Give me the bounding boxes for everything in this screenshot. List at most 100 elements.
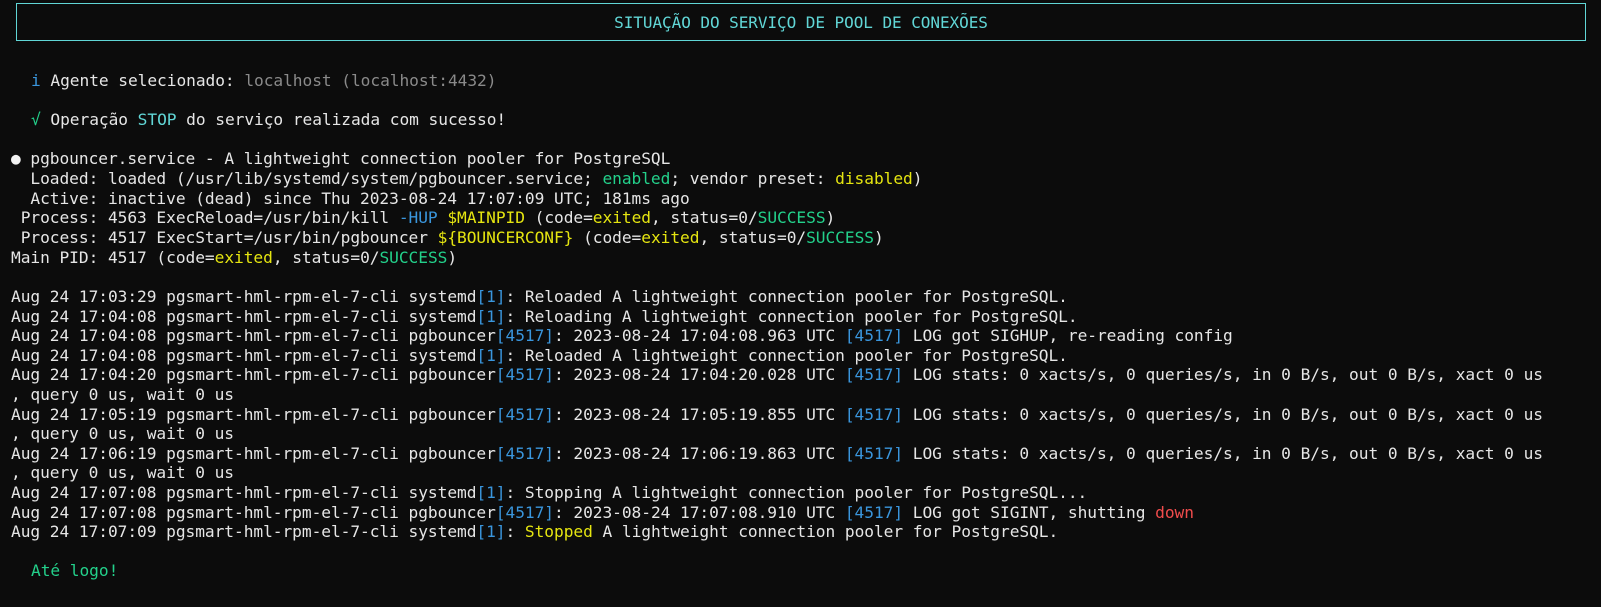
operation-pre: Operação [50, 110, 138, 129]
check-icon: √ [31, 110, 41, 129]
loaded-text-3: ) [912, 169, 923, 188]
log-line: Aug 24 17:04:08 pgsmart-hml-rpm-el-7-cli… [11, 346, 1068, 366]
log-timestamp: Aug 24 17:04:08 pgsmart-hml-rpm-el-7-cli [11, 345, 409, 365]
success-badge: SUCCESS [379, 248, 448, 267]
log-pid: [1] [476, 287, 506, 306]
log-message: : 2023-08-24 17:07:08.910 UTC [553, 502, 845, 522]
log-message: LOG stats: 0 xacts/s, 0 queries/s, in 0 … [903, 365, 1543, 385]
log-message: : Stopping A lightweight connection pool… [505, 483, 1088, 502]
exited-badge: exited [592, 208, 651, 227]
success-badge: SUCCESS [757, 208, 826, 227]
process2-text: Process: 4517 ExecStart=/usr/bin/pgbounc… [11, 228, 438, 247]
log-timestamp: Aug 24 17:03:29 pgsmart-hml-rpm-el-7-cli [11, 287, 409, 306]
process1-text: Process: 4563 ExecReload=/usr/bin/kill [11, 208, 399, 227]
log-message: LOG got SIGINT, shutting [903, 502, 1156, 522]
log-line-continuation: , query 0 us, wait 0 us [11, 463, 235, 483]
bullet-icon: ● [11, 149, 21, 168]
agent-value: localhost (localhost:4432) [244, 71, 497, 90]
log-pid: [1] [476, 522, 506, 542]
loaded-text: Loaded: loaded (/usr/lib/systemd/system/… [11, 169, 603, 188]
info-icon: i [31, 71, 41, 90]
terminal-window: SITUAÇÃO DO SERVIÇO DE POOL DE CONEXÕES … [0, 0, 1601, 607]
log-source: pgbouncer [408, 404, 496, 424]
log-source: pgbouncer [408, 326, 496, 346]
enabled-badge: enabled [602, 169, 671, 188]
mainpid-line: Main PID: 4517 (code=exited, status=0/SU… [11, 248, 457, 268]
log-pid: [4517] [844, 365, 904, 385]
log-source: systemd [408, 345, 477, 365]
log-message: LOG stats: 0 xacts/s, 0 queries/s, in 0 … [903, 443, 1543, 463]
log-message: : Reloading A lightweight connection poo… [505, 306, 1078, 326]
title-banner: SITUAÇÃO DO SERVIÇO DE POOL DE CONEXÕES [16, 3, 1586, 41]
service-header-text: pgbouncer.service - A lightweight connec… [20, 149, 671, 168]
log-timestamp: Aug 24 17:04:20 pgsmart-hml-rpm-el-7-cli [11, 365, 409, 385]
loaded-line: Loaded: loaded (/usr/lib/systemd/system/… [11, 169, 922, 189]
log-pid: [4517] [495, 365, 554, 385]
log-timestamp: Aug 24 17:05:19 pgsmart-hml-rpm-el-7-cli [11, 404, 409, 424]
mainpid-var: $MAINPID [447, 208, 525, 227]
log-message: LOG stats: 0 xacts/s, 0 queries/s, in 0 … [903, 404, 1543, 424]
log-line: Aug 24 17:04:20 pgsmart-hml-rpm-el-7-cli… [11, 365, 1543, 385]
log-message: : 2023-08-24 17:04:08.963 UTC [553, 326, 845, 346]
log-message: : 2023-08-24 17:05:19.855 UTC [553, 404, 845, 424]
success-badge: SUCCESS [806, 228, 874, 247]
active-text: Active: inactive (dead) since Thu 2023-0… [11, 189, 690, 208]
log-line: Aug 24 17:07:08 pgsmart-hml-rpm-el-7-cli… [11, 483, 1087, 503]
log-line: Aug 24 17:05:19 pgsmart-hml-rpm-el-7-cli… [11, 405, 1543, 425]
log-message: : Reloaded A lightweight connection pool… [505, 287, 1068, 306]
exited-badge: exited [214, 248, 273, 267]
loaded-text-2: ; vendor preset: [670, 169, 836, 188]
log-timestamp: Aug 24 17:07:08 pgsmart-hml-rpm-el-7-cli [11, 502, 409, 522]
operation-line: √ Operação STOP do serviço realizada com… [31, 110, 506, 130]
log-pid: [1] [476, 306, 506, 326]
log-line: Aug 24 17:03:29 pgsmart-hml-rpm-el-7-cli… [11, 287, 1068, 307]
log-source: systemd [408, 483, 477, 502]
log-message: : [505, 522, 525, 542]
farewell-text: Até logo! [31, 561, 119, 580]
process-line-2: Process: 4517 ExecStart=/usr/bin/pgbounc… [11, 228, 884, 248]
mainpid-text-3: ) [447, 248, 458, 267]
log-message: LOG got SIGHUP, re-reading config [903, 326, 1233, 346]
process2-text-3: , status=0/ [699, 228, 807, 247]
process1-text-3: , status=0/ [650, 208, 758, 227]
log-pid: [4517] [495, 326, 554, 346]
log-source: systemd [408, 287, 477, 306]
operation-name: STOP [137, 110, 177, 129]
down-badge: down [1155, 502, 1194, 522]
process1-text-2: (code= [524, 208, 593, 227]
log-timestamp: Aug 24 17:04:08 pgsmart-hml-rpm-el-7-cli [11, 326, 409, 346]
page-title: SITUAÇÃO DO SERVIÇO DE POOL DE CONEXÕES [614, 12, 988, 32]
log-line: Aug 24 17:04:08 pgsmart-hml-rpm-el-7-cli… [11, 307, 1078, 327]
log-line: Aug 24 17:07:08 pgsmart-hml-rpm-el-7-cli… [11, 503, 1194, 523]
log-source: systemd [408, 522, 477, 542]
log-pid: [4517] [844, 443, 904, 463]
log-pid: [4517] [844, 404, 904, 424]
log-line: Aug 24 17:06:19 pgsmart-hml-rpm-el-7-cli… [11, 444, 1543, 464]
log-pid: [4517] [495, 443, 554, 463]
process1-space [438, 208, 448, 227]
process-line-1: Process: 4563 ExecReload=/usr/bin/kill -… [11, 208, 836, 228]
log-pid: [4517] [844, 326, 904, 346]
log-line-continuation: , query 0 us, wait 0 us [11, 385, 235, 404]
log-timestamp: Aug 24 17:04:08 pgsmart-hml-rpm-el-7-cli [11, 306, 409, 326]
service-header: ● pgbouncer.service - A lightweight conn… [11, 149, 670, 169]
agent-line: i Agente selecionado: localhost (localho… [31, 71, 496, 91]
log-pid: [4517] [844, 502, 904, 522]
log-line-continuation: , query 0 us, wait 0 us [11, 424, 235, 444]
mainpid-text-2: , status=0/ [272, 248, 380, 267]
log-message: : Reloaded A lightweight connection pool… [505, 345, 1068, 365]
log-timestamp: Aug 24 17:06:19 pgsmart-hml-rpm-el-7-cli [11, 443, 409, 463]
process1-text-4: ) [825, 208, 836, 227]
disabled-badge: disabled [835, 169, 913, 188]
log-line: Aug 24 17:04:08 pgsmart-hml-rpm-el-7-cli… [11, 326, 1233, 346]
log-source: systemd [408, 306, 477, 326]
process2-text-2: (code= [573, 228, 642, 247]
operation-post: do serviço realizada com sucesso! [176, 110, 507, 129]
log-pid: [1] [476, 345, 506, 365]
hup-flag: -HUP [398, 208, 438, 227]
log-pid: [1] [476, 483, 506, 502]
active-line: Active: inactive (dead) since Thu 2023-0… [11, 189, 690, 209]
log-message: A lightweight connection pooler for Post… [592, 522, 1059, 542]
log-message: : 2023-08-24 17:06:19.863 UTC [553, 443, 845, 463]
log-source: pgbouncer [408, 443, 496, 463]
